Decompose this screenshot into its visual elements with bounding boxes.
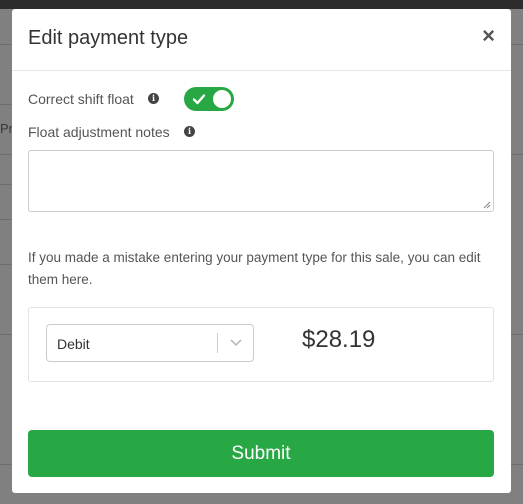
payment-amount: $28.19 bbox=[302, 326, 376, 353]
check-icon bbox=[192, 94, 206, 105]
bg-divider bbox=[0, 219, 12, 220]
payment-type-value: Debit bbox=[57, 336, 90, 352]
submit-button[interactable]: Submit bbox=[28, 430, 494, 477]
bg-divider bbox=[511, 464, 523, 465]
bg-partial-text: Pr bbox=[0, 121, 12, 136]
bg-divider bbox=[0, 104, 12, 105]
toggle-knob bbox=[213, 90, 231, 108]
close-icon[interactable]: × bbox=[482, 24, 495, 48]
bg-divider bbox=[0, 334, 12, 335]
correct-shift-float-label: Correct shift float bbox=[28, 91, 134, 107]
bg-divider bbox=[0, 264, 12, 265]
payment-row: Debit $28.19 bbox=[28, 307, 494, 382]
bg-divider bbox=[0, 44, 12, 45]
payment-type-select[interactable]: Debit bbox=[46, 324, 254, 362]
info-icon[interactable]: i bbox=[184, 126, 195, 137]
correct-shift-float-toggle[interactable] bbox=[184, 87, 234, 111]
edit-payment-modal: Edit payment type × Correct shift float … bbox=[12, 9, 511, 493]
bg-divider bbox=[0, 184, 12, 185]
bg-divider bbox=[511, 154, 523, 155]
bg-divider bbox=[511, 334, 523, 335]
info-icon[interactable]: i bbox=[148, 93, 159, 104]
help-text: If you made a mistake entering your paym… bbox=[28, 250, 481, 287]
bg-divider bbox=[0, 154, 12, 155]
modal-title: Edit payment type bbox=[28, 27, 189, 49]
float-notes-label: Float adjustment notes bbox=[28, 124, 170, 140]
select-separator bbox=[217, 333, 218, 353]
bg-divider bbox=[511, 44, 523, 45]
float-notes-textarea[interactable] bbox=[28, 150, 494, 212]
chevron-down-icon[interactable] bbox=[229, 337, 243, 349]
bg-divider bbox=[0, 464, 12, 465]
resize-grip-icon[interactable] bbox=[483, 201, 491, 209]
modal-header: Edit payment type × bbox=[12, 9, 511, 71]
app-top-bar bbox=[0, 0, 523, 9]
